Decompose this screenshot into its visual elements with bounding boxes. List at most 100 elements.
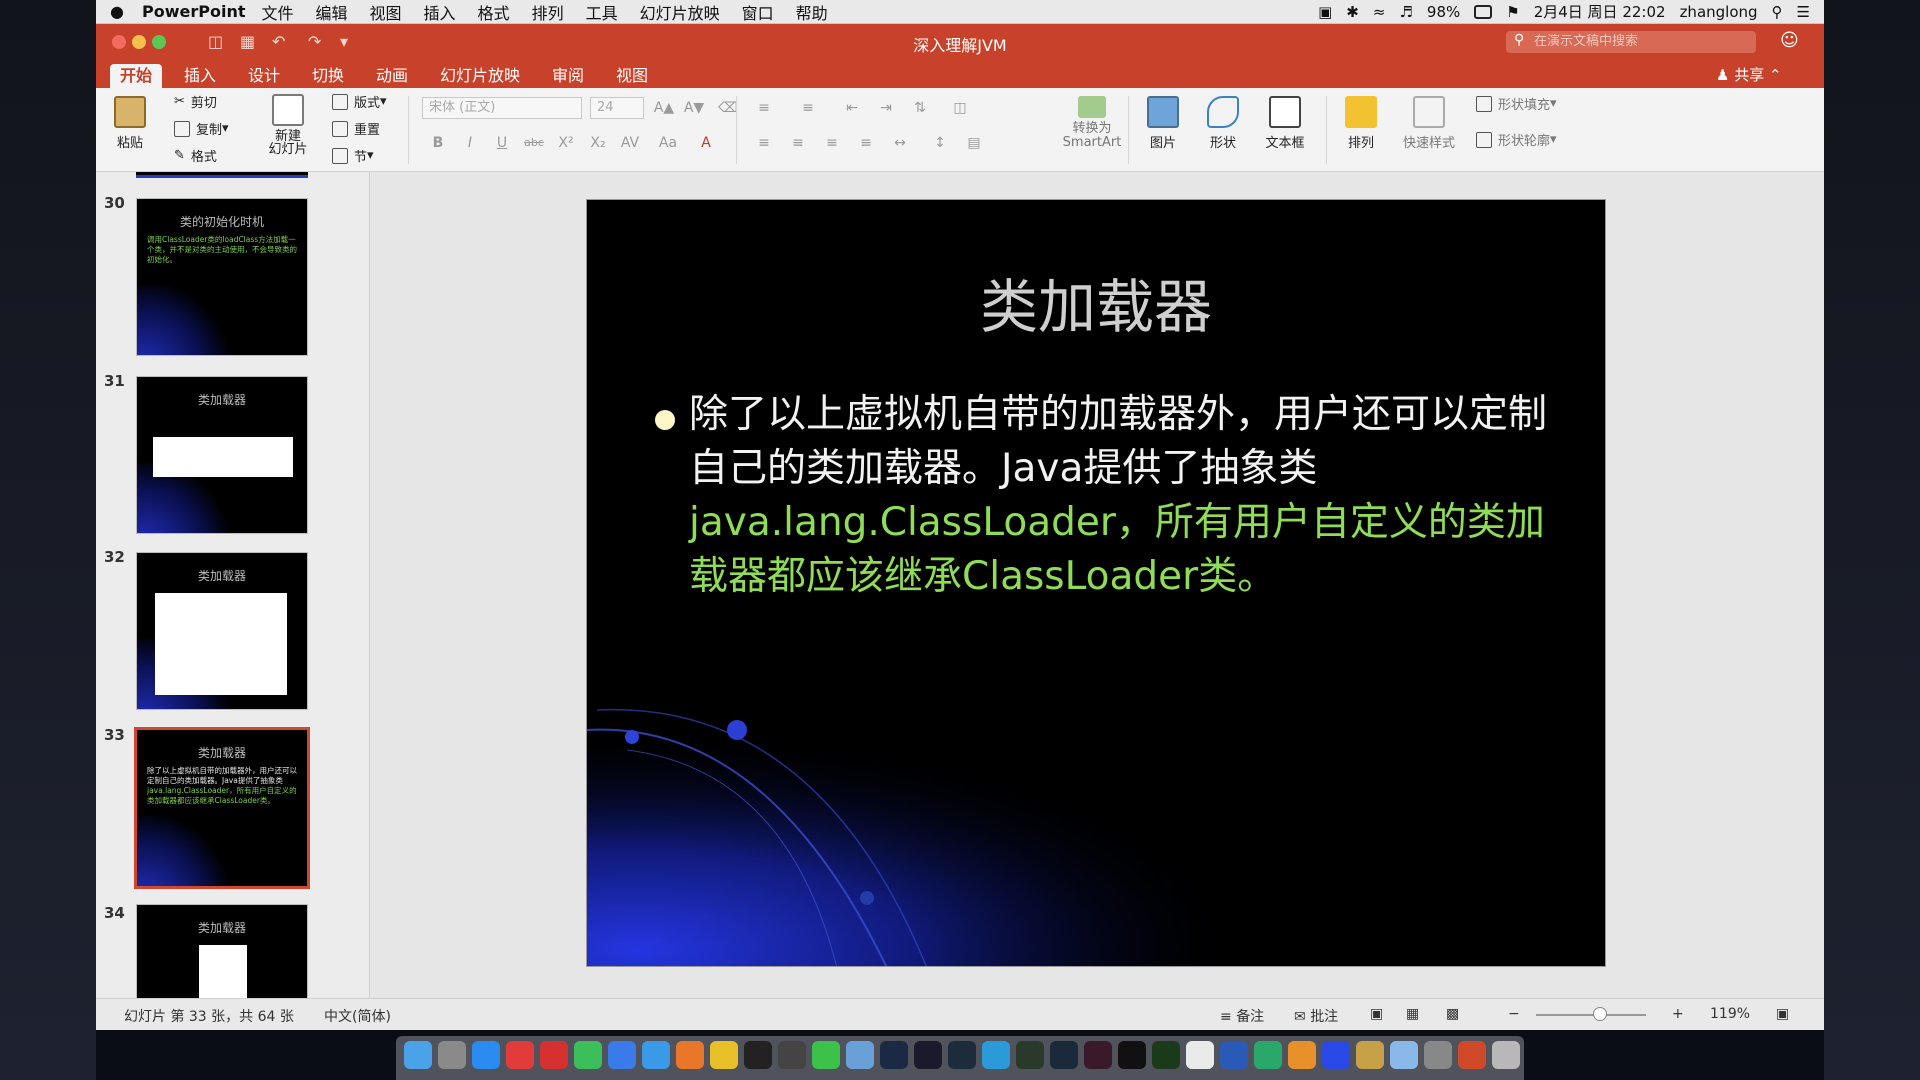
shape-button[interactable]: 形状 [1202,96,1244,151]
battery-percent[interactable]: 98% [1427,3,1460,21]
bluetooth-icon[interactable]: ✱ [1346,3,1359,21]
terminal-icon[interactable] [1118,1041,1146,1069]
slide-title[interactable]: 类加载器 [587,260,1605,344]
launchpad-icon[interactable] [438,1041,466,1069]
reset-button[interactable]: 重置 [332,119,380,138]
zoom-out-icon[interactable]: − [1508,1006,1520,1022]
text-direction-icon[interactable]: ↕ [928,132,952,154]
photos-icon[interactable] [1356,1041,1384,1069]
thumbnail-partial[interactable] [136,172,308,178]
menu-help[interactable]: 帮助 [796,0,828,24]
tab-transitions[interactable]: 切换 [302,64,354,88]
vscode-icon[interactable] [1220,1041,1248,1069]
format-painter-button[interactable]: ✎ 格式 [174,146,217,165]
keynote-icon[interactable] [1390,1041,1418,1069]
italic-icon[interactable]: I [458,132,482,154]
textbox-button[interactable]: 文本框 [1262,96,1308,151]
paste-button[interactable]: 粘贴 [110,96,150,151]
github-icon[interactable] [778,1041,806,1069]
comments-button[interactable]: ✉ 批注 [1294,1006,1338,1026]
increase-indent-icon[interactable]: ⇥ [874,97,898,119]
notes-button[interactable]: ≡ 备注 [1220,1006,1264,1026]
zoom-in-icon[interactable]: + [1672,1006,1684,1022]
wechat-icon[interactable] [812,1041,840,1069]
tab-slideshow[interactable]: 幻灯片放映 [430,64,530,88]
slide-canvas[interactable]: 类加载器 除了以上虚拟机自带的加载器外，用户还可以定制自己的类加载器。Java提… [586,199,1606,967]
menu-window[interactable]: 窗口 [742,0,774,24]
tab-view[interactable]: 视图 [606,64,658,88]
shape-outline-button[interactable]: 形状轮廓 ▾ [1476,130,1557,149]
menu-view[interactable]: 视图 [370,0,402,24]
user-menu[interactable]: zhanglong [1680,3,1758,21]
tab-animations[interactable]: 动画 [366,64,418,88]
camera-icon[interactable]: ▣ [1318,3,1332,21]
thumbnail-slide-31[interactable]: 类加载器 [136,376,308,534]
sublime-icon[interactable] [1288,1041,1316,1069]
align-text-icon[interactable]: ▤ [962,132,986,154]
flag-icon[interactable]: ⚑ [1506,3,1519,21]
webstorm-icon[interactable] [948,1041,976,1069]
normal-view-icon[interactable]: ▣ [1370,1006,1383,1022]
slide-sorter-icon[interactable]: ▦ [1406,1006,1419,1022]
volume-icon[interactable]: ♬ [1399,3,1412,21]
section-button[interactable]: 节 ▾ [332,146,374,165]
preview-icon[interactable] [1186,1041,1214,1069]
tab-design[interactable]: 设计 [238,64,290,88]
bullets-icon[interactable]: ≡ [752,97,776,119]
baidu-icon[interactable] [1322,1041,1350,1069]
arrange-button[interactable]: 排列 [1340,96,1382,151]
zoom-level[interactable]: 119% [1710,1006,1750,1022]
zoom-slider-handle[interactable] [1593,1007,1607,1021]
search-input[interactable]: 在演示文稿中搜索 [1506,31,1756,53]
wifi-icon[interactable]: ≈ [1373,3,1386,21]
safari-icon[interactable] [642,1041,670,1069]
share-button[interactable]: ♟ 共享 ⌃ [1716,64,1782,85]
chrome-icon[interactable] [710,1041,738,1069]
convert-smartart-button[interactable]: 转换为 SmartArt [1062,96,1122,150]
decrease-font-icon[interactable]: A▼ [682,97,706,119]
finder-icon[interactable] [404,1041,432,1069]
font-color-icon[interactable]: A [694,132,718,154]
fit-window-icon[interactable]: ▣ [1776,1006,1789,1022]
app-store-icon[interactable] [472,1041,500,1069]
iterm-icon[interactable] [1152,1041,1180,1069]
bold-icon[interactable]: B [426,132,450,154]
clock[interactable]: 2月4日 周日 22:02 [1534,1,1666,22]
increase-font-icon[interactable]: A▲ [652,97,676,119]
xcode-icon[interactable] [846,1041,874,1069]
superscript-icon[interactable]: X² [554,132,578,154]
columns-icon[interactable]: ◫ [948,97,972,119]
decrease-indent-icon[interactable]: ⇤ [840,97,864,119]
zoom-slider-track[interactable] [1536,1014,1646,1016]
feedback-smiley-icon[interactable]: ☺ [1780,30,1799,51]
new-slide-button[interactable]: 新建 幻灯片 [264,94,312,156]
youdao-icon[interactable] [540,1041,568,1069]
network-icon[interactable] [1254,1041,1282,1069]
tab-insert[interactable]: 插入 [174,64,226,88]
rubymine-icon[interactable] [1084,1041,1112,1069]
underline-icon[interactable]: U [490,132,514,154]
subscript-icon[interactable]: X₂ [586,132,610,154]
datagrip-icon[interactable] [880,1041,908,1069]
change-case-icon[interactable]: Aa [656,132,680,154]
menu-insert[interactable]: 插入 [424,0,456,24]
menu-slideshow[interactable]: 幻灯片放映 [640,0,720,24]
reading-view-icon[interactable]: ▩ [1446,1006,1459,1022]
slide-thumbnail-pane[interactable]: 30 类的初始化时机 调用ClassLoader类的loadClass方法加载一… [96,172,370,998]
appcode-icon[interactable] [1050,1041,1078,1069]
qq-icon[interactable] [744,1041,772,1069]
numbering-icon[interactable]: ≡ [796,97,820,119]
notification-icon[interactable]: ☰ [1797,3,1810,21]
menu-file[interactable]: 文件 [261,0,293,24]
layout-button[interactable]: 版式 ▾ [332,92,387,111]
slide-body-text[interactable]: 除了以上虚拟机自带的加载器外，用户还可以定制自己的类加载器。Java提供了抽象类… [655,388,1555,604]
powerpoint-icon[interactable] [1458,1041,1486,1069]
trash-icon[interactable] [1492,1041,1520,1069]
evernote-icon[interactable] [574,1041,602,1069]
quick-styles-button[interactable]: 快速样式 [1396,96,1462,151]
netease-music-icon[interactable] [506,1041,534,1069]
feishu-icon[interactable] [608,1041,636,1069]
font-name-select[interactable]: 宋体 (正文) [422,97,582,119]
align-left-icon[interactable]: ≡ [752,132,776,154]
tab-review[interactable]: 审阅 [542,64,594,88]
